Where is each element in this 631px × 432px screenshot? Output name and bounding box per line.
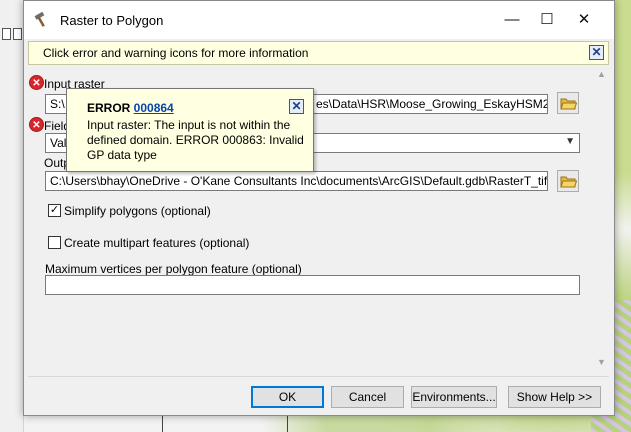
max-vertices-label: Maximum vertices per polygon feature (op… xyxy=(45,262,302,276)
input-raster-browse-button[interactable] xyxy=(557,92,579,114)
error-tooltip-message: Input raster: The input is not within th… xyxy=(87,118,304,162)
open-folder-icon xyxy=(560,176,577,188)
info-bar: Click error and warning icons for more i… xyxy=(28,41,609,65)
create-multipart-label: Create multipart features (optional) xyxy=(64,236,250,250)
vertical-scrollbar[interactable]: ▲ ▼ xyxy=(594,67,609,372)
info-bar-close-button[interactable]: ✕ xyxy=(589,45,604,60)
footer-divider xyxy=(28,376,609,377)
error-code-link[interactable]: 000864 xyxy=(134,101,174,115)
window-title: Raster to Polygon xyxy=(60,13,164,28)
background-tool-icon xyxy=(2,28,11,40)
simplify-polygons-checkbox[interactable]: ✓ xyxy=(48,204,61,217)
create-multipart-checkbox[interactable] xyxy=(48,236,61,249)
background-tool-icon xyxy=(13,28,22,40)
open-folder-icon xyxy=(560,98,577,110)
background-toolbar xyxy=(0,0,24,432)
input-raster-value-start: S:\ xyxy=(50,97,65,111)
error-icon[interactable]: ✕ xyxy=(29,117,44,132)
error-tooltip: ERROR 000864 ✕ Input raster: The input i… xyxy=(66,88,314,172)
scroll-up-arrow-icon[interactable]: ▲ xyxy=(594,67,609,82)
title-bar[interactable]: Raster to Polygon — ☐ ✕ xyxy=(24,1,614,39)
ok-button[interactable]: OK xyxy=(251,386,324,408)
input-raster-value-end: es\Data\HSR\Moose_Growing_EskayHSM2021.t… xyxy=(316,97,548,111)
simplify-polygons-label: Simplify polygons (optional) xyxy=(64,204,211,218)
max-vertices-field[interactable] xyxy=(45,275,580,295)
environments-button[interactable]: Environments... xyxy=(411,386,497,408)
error-tooltip-close-button[interactable]: ✕ xyxy=(289,99,304,114)
chevron-down-icon: ▼ xyxy=(565,136,575,147)
error-tooltip-label: ERROR xyxy=(87,101,134,115)
close-button[interactable]: ✕ xyxy=(570,7,598,33)
cancel-button[interactable]: Cancel xyxy=(331,386,404,408)
scroll-down-arrow-icon[interactable]: ▼ xyxy=(594,355,609,370)
output-polygon-field[interactable]: C:\Users\bhay\OneDrive - O'Kane Consulta… xyxy=(45,171,548,191)
info-bar-text: Click error and warning icons for more i… xyxy=(43,46,309,60)
output-browse-button[interactable] xyxy=(557,170,579,192)
error-tooltip-title: ERROR 000864 xyxy=(87,101,174,115)
maximize-button[interactable]: ☐ xyxy=(533,7,561,33)
minimize-button[interactable]: — xyxy=(498,7,526,33)
show-help-button[interactable]: Show Help >> xyxy=(508,386,601,408)
raster-to-polygon-dialog: Raster to Polygon — ☐ ✕ Click error and … xyxy=(23,0,615,416)
error-icon[interactable]: ✕ xyxy=(29,75,44,90)
hammer-icon xyxy=(34,12,45,27)
